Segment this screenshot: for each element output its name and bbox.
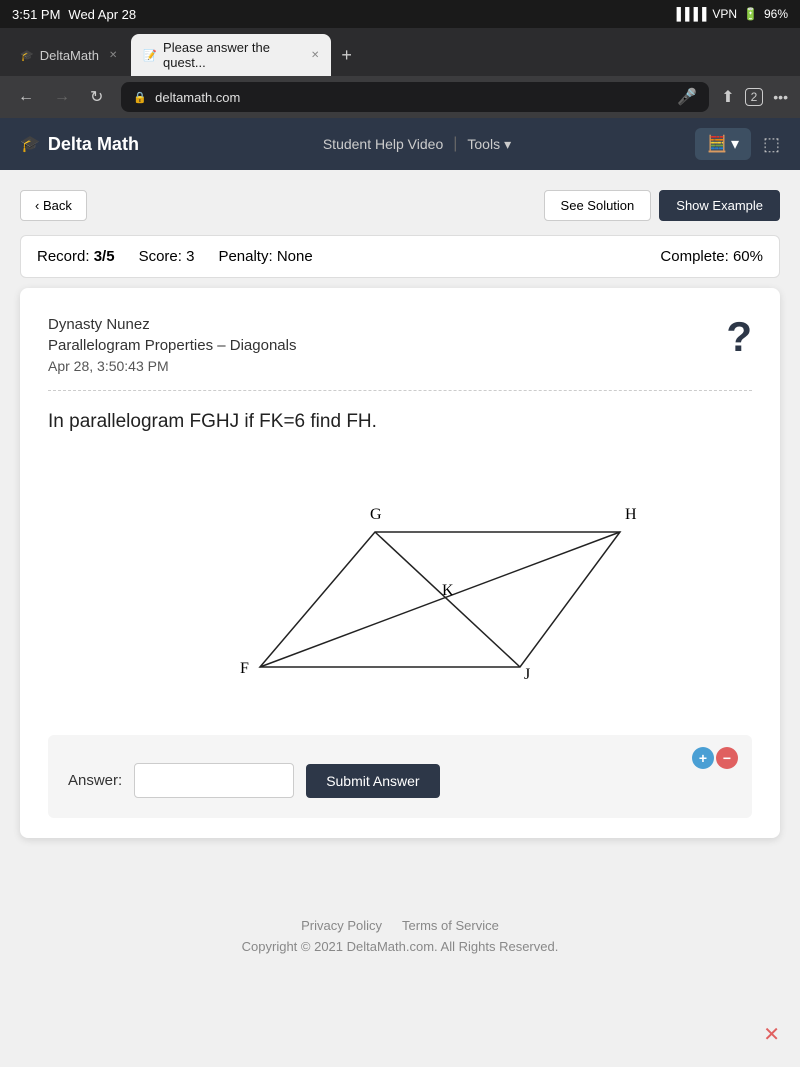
student-name: Dynasty Nunez xyxy=(48,316,726,333)
vpn-badge: VPN xyxy=(712,7,737,21)
show-example-button[interactable]: Show Example xyxy=(659,190,780,221)
share-icon[interactable]: ⬆ xyxy=(721,87,734,107)
tab-question-icon: 📝 xyxy=(143,49,157,62)
diagram-container: F G H J K xyxy=(48,457,752,707)
tab-question[interactable]: 📝 Please answer the quest... ✕ xyxy=(131,34,331,76)
reload-button[interactable]: ↻ xyxy=(84,85,109,109)
app-header: 🎓 Delta Math Student Help Video | Tools … xyxy=(0,118,800,170)
url-bar[interactable]: 🔒 deltamath.com 🎤 xyxy=(121,82,709,112)
student-help-video-button[interactable]: Student Help Video xyxy=(323,135,443,153)
answer-row: Answer: Submit Answer xyxy=(68,763,732,798)
main-content: ‹ Back See Solution Show Example Record:… xyxy=(0,170,800,878)
tab-deltamath-close[interactable]: ✕ xyxy=(109,50,117,61)
tools-button[interactable]: Tools ▾ xyxy=(467,135,511,153)
font-size-controls: + − xyxy=(692,747,738,769)
status-bar: 3:51 PM Wed Apr 28 ▐▐▐▐ VPN 🔋 96% xyxy=(0,0,800,28)
calc-dropdown-icon: ▾ xyxy=(731,134,739,154)
lock-icon: 🔒 xyxy=(133,91,147,104)
record-info: Record: 3/5 Score: 3 Penalty: None xyxy=(37,248,313,265)
answer-section: + − Answer: Submit Answer xyxy=(48,735,752,818)
more-options-icon[interactable]: ••• xyxy=(773,89,788,105)
nav-buttons: ← → ↻ xyxy=(12,85,109,109)
logo-icon: 🎓 xyxy=(20,134,40,154)
tab-deltamath-icon: 🎓 xyxy=(20,49,34,62)
penalty-label: Penalty: None xyxy=(218,248,312,265)
header-right: 🧮 ▾ ⬚ xyxy=(695,128,780,160)
browser-chrome: 🎓 DeltaMath ✕ 📝 Please answer the quest.… xyxy=(0,28,800,118)
privacy-policy-link[interactable]: Privacy Policy xyxy=(301,918,382,933)
copyright: Copyright © 2021 DeltaMath.com. All Righ… xyxy=(20,939,780,954)
record-bar: Record: 3/5 Score: 3 Penalty: None Compl… xyxy=(20,235,780,278)
footer-links: Privacy Policy Terms of Service xyxy=(20,918,780,933)
header-center: Student Help Video | Tools ▾ xyxy=(139,135,695,153)
submit-answer-button[interactable]: Submit Answer xyxy=(306,764,439,798)
complete-info: Complete: 60% xyxy=(660,248,763,265)
penalty-value: None xyxy=(277,248,313,265)
back-nav-button[interactable]: ← xyxy=(12,86,40,108)
forward-nav-button[interactable]: → xyxy=(48,86,76,108)
tab-bar: 🎓 DeltaMath ✕ 📝 Please answer the quest.… xyxy=(0,28,800,76)
tab-question-label: Please answer the quest... xyxy=(163,40,301,70)
close-notification-button[interactable]: ✕ xyxy=(763,1022,780,1047)
page-footer: Privacy Policy Terms of Service Copyrigh… xyxy=(0,878,800,974)
question-header: Dynasty Nunez Parallelogram Properties –… xyxy=(48,316,752,374)
record-value: 3/5 xyxy=(94,248,115,265)
battery-percent: 96% xyxy=(764,7,788,21)
label-H: H xyxy=(625,506,637,523)
answer-label: Answer: xyxy=(68,772,122,789)
font-decrease-button[interactable]: − xyxy=(716,747,738,769)
score-value: 3 xyxy=(186,248,194,265)
see-solution-button[interactable]: See Solution xyxy=(544,190,652,221)
action-bar: ‹ Back See Solution Show Example xyxy=(20,190,780,221)
logout-button[interactable]: ⬚ xyxy=(763,134,780,155)
back-button[interactable]: ‹ Back xyxy=(20,190,87,221)
tab-question-close[interactable]: ✕ xyxy=(311,50,319,61)
tools-chevron: ▾ xyxy=(504,136,511,153)
topic: Parallelogram Properties – Diagonals xyxy=(48,337,726,354)
answer-input[interactable] xyxy=(134,763,294,798)
mic-icon: 🎤 xyxy=(677,87,697,107)
action-buttons: See Solution Show Example xyxy=(544,190,780,221)
address-bar: ← → ↻ 🔒 deltamath.com 🎤 ⬆ 2 ••• xyxy=(0,76,800,118)
help-icon[interactable]: ? xyxy=(726,316,752,358)
timestamp: Apr 28, 3:50:43 PM xyxy=(48,358,726,374)
parallelogram-diagram: F G H J K xyxy=(120,457,680,707)
complete-value: 60% xyxy=(733,248,763,265)
question-card: Dynasty Nunez Parallelogram Properties –… xyxy=(20,288,780,838)
time-display: 3:51 PM xyxy=(12,7,60,22)
calculator-button[interactable]: 🧮 ▾ xyxy=(695,128,751,160)
label-G: G xyxy=(370,506,382,523)
record-label: Record: 3/5 xyxy=(37,248,115,265)
tab-deltamath[interactable]: 🎓 DeltaMath ✕ xyxy=(8,42,129,69)
divider xyxy=(48,390,752,391)
tabs-count-icon[interactable]: 2 xyxy=(745,88,764,106)
date-display: Wed Apr 28 xyxy=(68,7,136,22)
tools-label: Tools xyxy=(467,136,500,152)
label-K: K xyxy=(442,582,454,599)
logo-text: Delta Math xyxy=(48,134,139,155)
question-text: In parallelogram FGHJ if FK=6 find FH. xyxy=(48,411,752,433)
browser-actions: ⬆ 2 ••• xyxy=(721,87,788,107)
app-logo: 🎓 Delta Math xyxy=(20,134,139,155)
battery-icon: 🔋 xyxy=(743,7,758,21)
new-tab-button[interactable]: + xyxy=(333,39,360,72)
url-text: deltamath.com xyxy=(155,90,240,105)
question-info: Dynasty Nunez Parallelogram Properties –… xyxy=(48,316,726,374)
label-F: F xyxy=(240,660,249,677)
font-increase-button[interactable]: + xyxy=(692,747,714,769)
label-J: J xyxy=(524,666,530,683)
calculator-icon: 🧮 xyxy=(707,134,727,154)
score-label: Score: 3 xyxy=(139,248,195,265)
signal-icon: ▐▐▐▐ xyxy=(672,7,706,21)
tab-deltamath-label: DeltaMath xyxy=(40,48,99,63)
terms-of-service-link[interactable]: Terms of Service xyxy=(402,918,499,933)
